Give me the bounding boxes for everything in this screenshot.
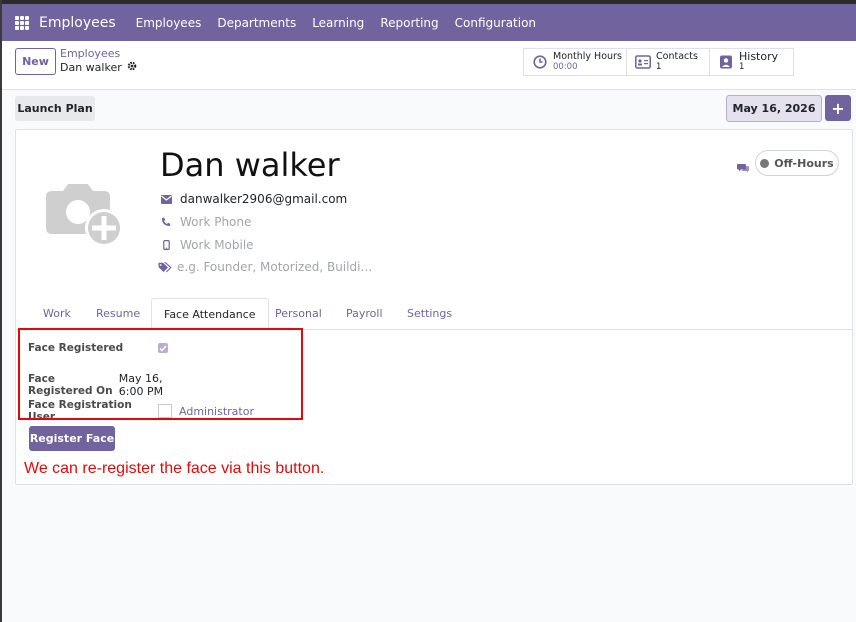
nav-reporting[interactable]: Reporting (380, 16, 438, 30)
launch-plan-button[interactable]: Launch Plan (15, 96, 95, 121)
add-button[interactable]: + (825, 95, 851, 121)
gear-icon[interactable] (127, 61, 137, 74)
app-brand[interactable]: Employees (39, 15, 116, 31)
nav-learning[interactable]: Learning (312, 16, 364, 30)
form-toolbar: Launch Plan May 16, 2026 + (2, 89, 856, 129)
status-dot-icon (760, 158, 770, 168)
employee-form-sheet: Dan walker danwalker2906@gmail.com Work … (15, 129, 853, 485)
apps-grid-icon[interactable] (15, 15, 29, 30)
email-field[interactable]: danwalker2906@gmail.com (180, 192, 347, 206)
chat-icon[interactable] (737, 158, 749, 177)
annotation-note: We can re-register the face via this but… (24, 460, 325, 477)
work-phone-field[interactable]: Work Phone (180, 215, 251, 229)
tags-row: e.g. Founder, Motorized, Buildi… (158, 260, 372, 274)
stat-label: Contacts (656, 51, 698, 62)
employee-name[interactable]: Dan walker (160, 146, 340, 184)
breadcrumb-current-label: Dan walker (60, 61, 122, 74)
email-row: danwalker2906@gmail.com (160, 192, 347, 206)
stat-value: 1 (739, 62, 745, 72)
tab-resume[interactable]: Resume (96, 298, 140, 329)
camera-plus-icon[interactable] (46, 178, 126, 250)
work-phone-row: Work Phone (160, 215, 251, 229)
status-label: Off-Hours (774, 156, 834, 170)
tab-work[interactable]: Work (43, 298, 71, 329)
annotation-highlight-box (18, 328, 303, 420)
stat-monthly-hours[interactable]: Monthly Hours 00:00 (523, 48, 628, 76)
nav-configuration[interactable]: Configuration (455, 16, 536, 30)
form-tabs: Work Resume Face Attendance Personal Pay… (16, 298, 852, 331)
breadcrumb-parent[interactable]: Employees (60, 47, 120, 60)
new-button[interactable]: New (15, 48, 56, 75)
nav-departments[interactable]: Departments (217, 16, 296, 30)
envelope-icon (160, 193, 172, 205)
tab-face-attendance[interactable]: Face Attendance (151, 298, 269, 331)
breadcrumb-current: Dan walker (60, 61, 137, 74)
tab-personal[interactable]: Personal (275, 298, 322, 329)
top-navbar: Employees Employees Departments Learning… (2, 4, 856, 41)
tags-field[interactable]: e.g. Founder, Motorized, Buildi… (177, 260, 372, 274)
work-mobile-field[interactable]: Work Mobile (180, 238, 254, 252)
tab-payroll[interactable]: Payroll (346, 298, 383, 329)
user-history-icon (718, 54, 734, 70)
phone-icon (160, 216, 172, 228)
address-card-icon (635, 54, 651, 70)
presence-status-badge[interactable]: Off-Hours (755, 150, 839, 176)
tab-settings[interactable]: Settings (407, 298, 452, 329)
tags-icon (158, 261, 172, 273)
nav-employees[interactable]: Employees (136, 16, 202, 30)
clock-icon (532, 54, 548, 70)
stat-history[interactable]: History 1 (709, 48, 794, 76)
stat-contacts[interactable]: Contacts 1 (626, 48, 711, 76)
work-mobile-row: Work Mobile (160, 238, 254, 252)
stat-value: 00:00 (553, 62, 578, 72)
stat-value: 1 (656, 62, 662, 72)
control-panel: New Employees Dan walker Monthly Hours 0… (2, 41, 856, 90)
mobile-icon (160, 239, 172, 251)
stat-label: Monthly Hours (553, 51, 622, 62)
register-face-button[interactable]: Register Face (29, 426, 115, 451)
stat-label: History (739, 50, 779, 63)
date-button[interactable]: May 16, 2026 (726, 95, 822, 122)
